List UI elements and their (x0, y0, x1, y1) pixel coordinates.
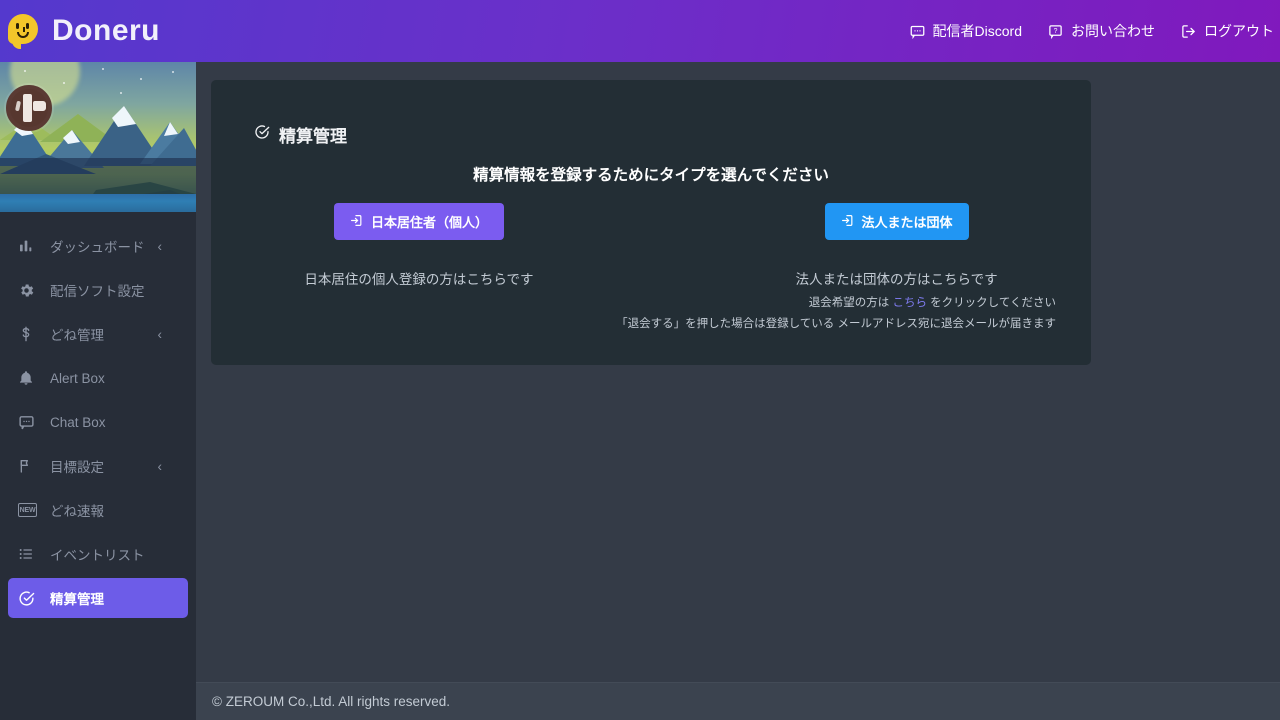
app-footer: © ZEROUM Co.,Ltd. All rights reserved. (196, 682, 1280, 720)
login-arrow-icon (841, 214, 854, 230)
sidebar-item-settlement-management-label: 精算管理 (50, 592, 104, 607)
card-heading: 精算情報を登録するためにタイプを選んでください (473, 167, 829, 184)
card-title: 精算管理 (211, 80, 1091, 147)
bar-chart-icon (18, 238, 40, 254)
register-personal-button[interactable]: 日本居住者（個人） (333, 203, 504, 240)
sidebar-item-event-list-label: イベントリスト (50, 548, 145, 563)
sidebar-item-dashboard-label: ダッシュボード (50, 240, 145, 255)
sidebar-item-chat-box-label: Chat Box (50, 414, 106, 430)
question-bubble-icon: ? (1048, 24, 1063, 39)
nav-item-logout[interactable]: ログアウト (1181, 21, 1274, 41)
doneru-smiley-logo-icon (8, 14, 42, 49)
check-circle-icon (18, 590, 40, 607)
dollar-icon (18, 326, 40, 342)
sidebar-item-event-list[interactable]: イベントリスト (8, 534, 188, 574)
withdrawal-line-2: 「退会する」を押した場合は登録している メールアドレス宛に退会メールが届きます (616, 318, 1056, 330)
choice-personal-description: 日本居住の個人登録の方はこちらです (304, 272, 534, 287)
card-title-label: 精算管理 (279, 127, 347, 146)
new-badge-icon: NEW (18, 503, 40, 517)
chat-box-icon (18, 414, 40, 431)
chevron-left-icon: ‹ (157, 238, 163, 254)
register-corporate-button[interactable]: 法人または団体 (824, 203, 969, 240)
chevron-left-icon: ‹ (157, 326, 163, 342)
sidebar: ダッシュボード ‹ 配信ソフト設定 どね管理 ‹ Alert Box Chat … (0, 62, 196, 720)
choice-corporate-description: 法人または団体の方はこちらです (795, 272, 998, 287)
chevron-left-icon: ‹ (157, 458, 163, 474)
login-arrow-icon (350, 214, 363, 230)
chat-bubble-icon (910, 24, 925, 39)
sidebar-item-stream-software-label: 配信ソフト設定 (50, 284, 145, 299)
nav-item-logout-label: ログアウト (1204, 23, 1274, 39)
sidebar-menu: ダッシュボード ‹ 配信ソフト設定 どね管理 ‹ Alert Box Chat … (0, 212, 196, 618)
sidebar-item-goal-settings[interactable]: 目標設定 ‹ (8, 446, 188, 486)
withdrawal-line-1: 退会希望の方は こちら をクリックしてください (616, 293, 1056, 314)
check-circle-icon (254, 124, 270, 145)
withdrawal-link[interactable]: こちら (892, 297, 927, 309)
profile-banner (0, 62, 196, 212)
withdrawal-fineprint: 退会希望の方は こちら をクリックしてください 「退会する」を押した場合は登録し… (616, 293, 1056, 335)
sidebar-item-donation-management-label: どね管理 (50, 328, 104, 343)
withdrawal-text-before: 退会希望の方は (808, 297, 893, 309)
sidebar-item-chat-box[interactable]: Chat Box (8, 402, 188, 442)
avatar[interactable] (6, 85, 52, 131)
choice-group: 日本居住者（個人） 日本居住の個人登録の方はこちらです 法人または団体 法人また… (211, 203, 1091, 288)
sidebar-item-donation-news[interactable]: NEW どね速報 (8, 490, 188, 530)
list-icon (18, 546, 40, 562)
nav-item-contact-label: お問い合わせ (1071, 23, 1155, 39)
sidebar-item-goal-settings-label: 目標設定 (50, 460, 104, 475)
sidebar-item-alert-box-label: Alert Box (50, 370, 105, 386)
choice-personal: 日本居住者（個人） 日本居住の個人登録の方はこちらです (304, 203, 534, 288)
withdrawal-text-after: をクリックしてください (926, 297, 1056, 309)
header-nav: 配信者Discord ? お問い合わせ ログアウト (910, 21, 1280, 41)
app-header: Doneru 配信者Discord ? お問い合わせ ログアウト (0, 0, 1280, 62)
register-personal-button-label: 日本居住者（個人） (370, 215, 488, 230)
sidebar-item-donation-management[interactable]: どね管理 ‹ (8, 314, 188, 354)
sidebar-item-stream-software[interactable]: 配信ソフト設定 (8, 270, 188, 310)
svg-text:?: ? (1054, 27, 1058, 34)
sidebar-item-settlement-management[interactable]: 精算管理 (8, 578, 188, 618)
gear-icon (18, 282, 40, 299)
bell-icon (18, 370, 40, 386)
brand[interactable]: Doneru (0, 14, 160, 49)
choice-corporate: 法人または団体 法人または団体の方はこちらです (796, 203, 998, 288)
settlement-card: 精算管理 精算情報を登録するためにタイプを選んでください 日本居住者（個人） 日… (211, 80, 1091, 365)
sidebar-item-alert-box[interactable]: Alert Box (8, 358, 188, 398)
main-content: 精算管理 精算情報を登録するためにタイプを選んでください 日本居住者（個人） 日… (196, 62, 1280, 682)
logout-icon (1181, 24, 1196, 39)
register-corporate-button-label: 法人または団体 (861, 215, 953, 230)
brand-label: Doneru (52, 14, 160, 47)
sidebar-item-dashboard[interactable]: ダッシュボード ‹ (8, 226, 188, 266)
nav-item-discord-label: 配信者Discord (932, 23, 1022, 39)
copyright-text: © ZEROUM Co.,Ltd. All rights reserved. (212, 694, 451, 709)
sidebar-item-donation-news-label: どね速報 (50, 504, 104, 519)
nav-item-discord[interactable]: 配信者Discord (910, 21, 1022, 41)
nav-item-contact[interactable]: ? お問い合わせ (1048, 21, 1155, 41)
flag-icon (18, 458, 40, 474)
